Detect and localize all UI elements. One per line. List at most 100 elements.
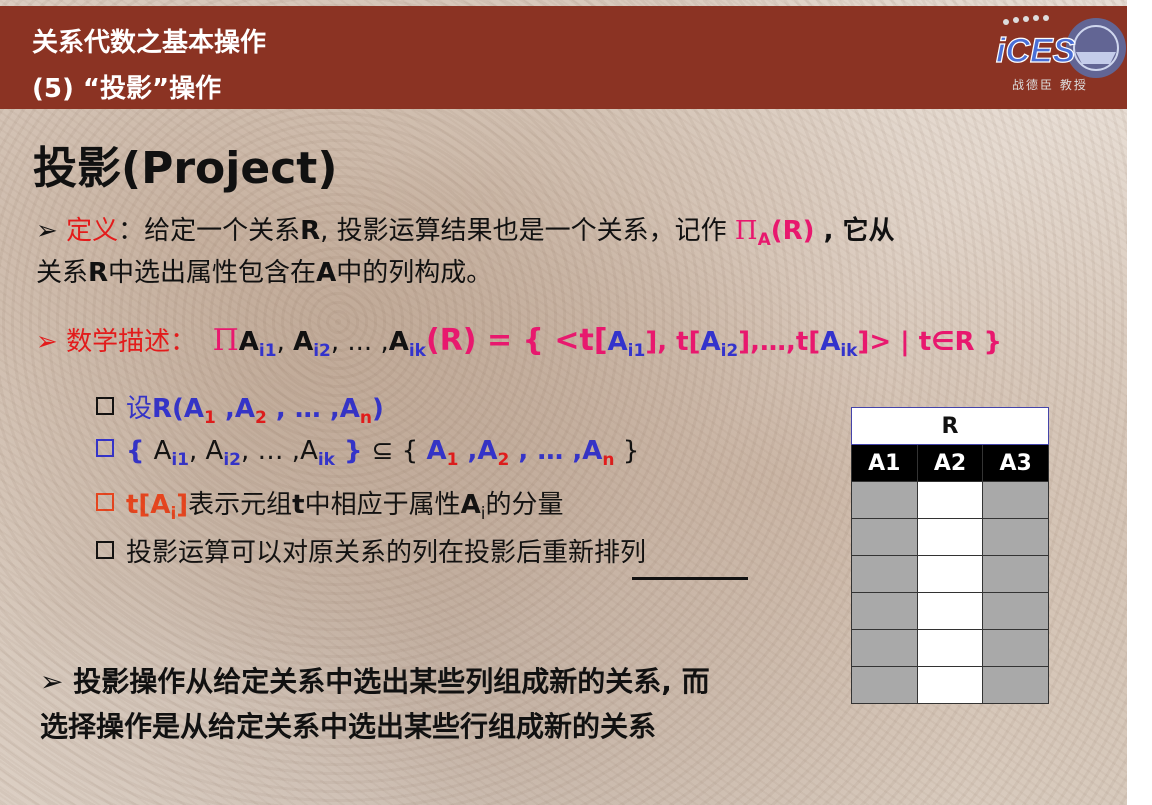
table-cell bbox=[916, 555, 984, 593]
table-cell bbox=[851, 666, 918, 704]
table-body bbox=[851, 481, 1049, 704]
bullet-relation-def: 设R(A1 ,A2 , … ,An) bbox=[96, 388, 384, 428]
b3-text3: 的分量 bbox=[485, 490, 564, 520]
math-sub-i2: i2 bbox=[720, 341, 739, 361]
b1-subn: n bbox=[359, 408, 372, 428]
pi-subscript: A bbox=[757, 230, 771, 250]
table-cell bbox=[916, 518, 984, 556]
column-header: A3 bbox=[982, 444, 1049, 482]
checkbox-bullet-icon bbox=[96, 397, 114, 415]
definition-line2-b: 中选出属性包含在 bbox=[108, 257, 317, 288]
summary-line2: 选择操作是从给定关系中选出某些行组成新的关系 bbox=[40, 709, 657, 743]
math-rhs-c: ],…,t[ bbox=[738, 327, 821, 357]
right-margin bbox=[1127, 0, 1152, 805]
math-sep: , bbox=[276, 327, 294, 357]
checkbox-bullet-icon bbox=[96, 541, 114, 559]
table-name: R bbox=[851, 407, 1049, 445]
table-cell bbox=[982, 629, 1049, 667]
table-cell bbox=[916, 666, 984, 704]
underline-mark bbox=[632, 577, 748, 580]
definition-line2-R: R bbox=[88, 257, 109, 288]
header-bar: 关系代数之基本操作 (5) “投影”操作 bbox=[0, 6, 1127, 109]
bullet-component: t[Ai]表示元组t中相应于属性Ai的分量 bbox=[96, 484, 564, 524]
b1-sub2: 2 bbox=[254, 408, 267, 428]
math-sub-i1: i1 bbox=[627, 341, 646, 361]
table-cell bbox=[851, 592, 918, 630]
checkbox-bullet-icon bbox=[96, 439, 114, 457]
table-row bbox=[851, 518, 1049, 556]
bullet-reorder: 投影运算可以对原关系的列在投影后重新排列 bbox=[96, 532, 646, 569]
table-cell bbox=[851, 518, 918, 556]
b1-m3: , … ,A bbox=[266, 394, 360, 424]
math-rhs-a: (R) = { <t[ bbox=[426, 323, 608, 358]
b2-dots: , … , bbox=[241, 436, 301, 466]
relation-table: R A1 A2 A3 bbox=[851, 407, 1049, 704]
table-row bbox=[851, 666, 1049, 704]
math-sub-i1: i1 bbox=[258, 341, 277, 361]
table-row bbox=[851, 555, 1049, 593]
definition-text-2: , 投影运算结果也是一个关系，记作 bbox=[320, 216, 735, 246]
table-row bbox=[851, 592, 1049, 630]
b2-sep: , bbox=[189, 436, 206, 466]
b2-attr: A bbox=[205, 436, 224, 466]
header-title-line2: (5) “投影”操作 bbox=[32, 74, 222, 104]
table-row bbox=[851, 629, 1049, 667]
b2-r3: , … ,A bbox=[509, 436, 603, 466]
b3-A: A bbox=[460, 490, 481, 520]
header-title-line1: 关系代数之基本操作 bbox=[32, 28, 267, 58]
b2-open: { bbox=[126, 436, 154, 466]
math-sub-ik: ik bbox=[840, 341, 858, 361]
table-cell bbox=[982, 666, 1049, 704]
math-attr: A bbox=[700, 327, 721, 357]
table-cell bbox=[851, 481, 918, 519]
b2-sub-i1: i1 bbox=[171, 450, 190, 470]
table-cell bbox=[982, 592, 1049, 630]
b2-r1: A bbox=[426, 436, 447, 466]
b3-text1: 表示元组 bbox=[188, 490, 293, 520]
table-cell bbox=[916, 629, 984, 667]
b1-sub1: 1 bbox=[204, 408, 216, 428]
b2-close: } bbox=[335, 436, 372, 466]
bullet-subset: { Ai1, Ai2, … ,Aik } ⊆ { A1 ,A2 , … ,An … bbox=[96, 436, 639, 470]
math-sub-ik: ik bbox=[408, 341, 426, 361]
b1-pre: 设 bbox=[126, 394, 153, 424]
b2-subset: ⊆ bbox=[371, 436, 394, 466]
b1-m2: ,A bbox=[215, 394, 255, 424]
table-cell bbox=[851, 555, 918, 593]
b2-r-sub1: 1 bbox=[446, 450, 459, 470]
b4-text1: 投影运算可以对原关系的列在投影后 bbox=[126, 538, 543, 568]
summary-line1: ➢ 投影操作从给定关系中选出某些列组成新的关系, 而 bbox=[40, 665, 710, 698]
definition-line2-c: 中的列构成。 bbox=[336, 257, 493, 288]
definition-label: 定义 bbox=[66, 216, 119, 246]
definition-paragraph: ➢ 定义：给定一个关系R, 投影运算结果也是一个关系，记作 ΠA(R) , 它从… bbox=[36, 212, 1066, 293]
table-cell bbox=[982, 481, 1049, 519]
math-description: ➢ 数学描述： ΠAi1, Ai2, ... ,Aik(R) = { <t[Ai… bbox=[36, 318, 1002, 365]
math-attr: A bbox=[388, 327, 409, 357]
table-cell bbox=[916, 592, 984, 630]
b1-main: R(A bbox=[152, 394, 205, 424]
math-sub-i2: i2 bbox=[313, 341, 331, 361]
table-cell bbox=[916, 481, 984, 519]
math-rhs-b: ], t[ bbox=[645, 327, 701, 357]
page-title: 投影(Project) bbox=[33, 143, 338, 194]
b1-end: ) bbox=[371, 394, 384, 424]
b2-set-open: { bbox=[393, 436, 427, 466]
b2-r-sub2: 2 bbox=[497, 450, 510, 470]
b2-attr: A bbox=[300, 436, 318, 466]
logo-caption: 战德臣 教授 bbox=[1012, 78, 1088, 92]
b2-set-close: } bbox=[614, 436, 640, 466]
table-cell bbox=[982, 518, 1049, 556]
slide: 关系代数之基本操作 (5) “投影”操作 iCES 战德臣 教授 投影(Proj… bbox=[0, 0, 1127, 805]
b3-t: t[A bbox=[126, 490, 171, 520]
pi-symbol: Π bbox=[734, 216, 758, 246]
summary-paragraph: ➢ 投影操作从给定关系中选出某些列组成新的关系, 而 选择操作是从给定关系中选出… bbox=[40, 660, 710, 750]
b3-text2: 中相应于属性 bbox=[304, 490, 461, 520]
math-dots: , ... , bbox=[330, 327, 389, 357]
table-row bbox=[851, 481, 1049, 519]
checkbox-bullet-icon bbox=[96, 493, 114, 511]
pi-argument: (R) bbox=[770, 216, 815, 246]
math-attr: A bbox=[820, 327, 841, 357]
definition-line2-A: A bbox=[316, 257, 337, 288]
column-header: A1 bbox=[851, 444, 918, 482]
b2-attr: A bbox=[153, 436, 172, 466]
